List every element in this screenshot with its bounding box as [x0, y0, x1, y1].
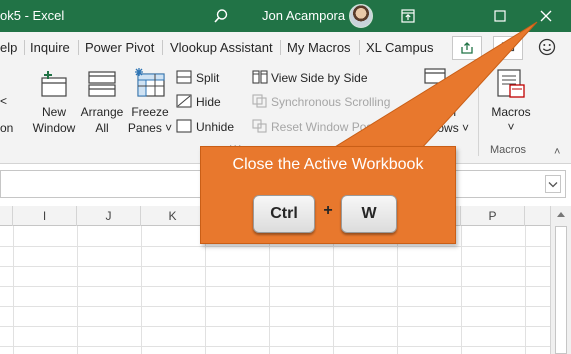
search-icon	[214, 9, 228, 23]
maximize-button[interactable]	[479, 0, 521, 32]
tab-separator	[78, 40, 79, 55]
chevron-down-icon	[548, 182, 558, 188]
switch-windows-label: ndows ˅	[424, 121, 470, 135]
split-icon	[176, 70, 192, 84]
group-separator	[478, 68, 479, 156]
search-button[interactable]	[208, 4, 234, 28]
w-key: W	[341, 195, 397, 233]
gridline	[0, 266, 550, 267]
partial-ribbon-label: on	[0, 121, 14, 135]
switch-windows-label: tch	[440, 105, 457, 119]
side-by-side-icon	[252, 70, 268, 84]
view-side-by-side-label: View Side by Side	[271, 71, 368, 85]
column-header[interactable]	[0, 206, 13, 226]
share-button[interactable]	[452, 36, 482, 60]
freeze-panes-label: Freeze	[131, 105, 169, 119]
close-icon	[540, 10, 552, 22]
smiley-icon	[538, 38, 556, 56]
tab-inquire[interactable]: Inquire	[30, 40, 70, 55]
scroll-up-arrow-icon[interactable]	[557, 212, 565, 217]
ribbon-display-icon	[401, 9, 415, 23]
macros-icon	[497, 69, 525, 98]
new-window-icon	[41, 71, 67, 97]
tab-vlookup-assistant[interactable]: Vlookup Assistant	[170, 40, 273, 55]
reset-position-icon	[252, 119, 267, 133]
tab-separator	[162, 40, 163, 55]
reset-window-position-label: Reset Window Positi	[271, 120, 382, 134]
comment-icon	[501, 42, 515, 55]
new-window-label: New	[41, 105, 66, 119]
unhide-label: Unhide	[196, 120, 235, 134]
macros-group-label: Macros	[490, 144, 527, 156]
freeze-panes-icon	[135, 68, 165, 97]
avatar[interactable]	[349, 4, 373, 28]
tab-separator	[359, 40, 360, 55]
tab-separator	[24, 40, 25, 55]
gridline	[0, 246, 550, 247]
account-name[interactable]: Jon Acampora	[262, 8, 345, 23]
gridline	[0, 306, 550, 307]
column-header-P[interactable]: P	[461, 206, 525, 226]
column-header-I[interactable]: I	[13, 206, 77, 226]
new-window-label: Window	[32, 121, 76, 135]
gridline	[0, 326, 550, 327]
close-window-button[interactable]	[525, 0, 567, 32]
title-bar: ok5 - Excel Jon Acampora	[0, 0, 571, 32]
vertical-scrollbar[interactable]	[550, 206, 571, 354]
partial-ribbon-label: <	[0, 94, 8, 108]
synchronous-scrolling-label: Synchronous Scrolling	[271, 95, 391, 109]
column-header-K[interactable]: K	[141, 206, 205, 226]
arrange-all-label: All	[95, 121, 109, 135]
comments-button[interactable]	[493, 36, 523, 60]
unhide-icon	[176, 119, 192, 133]
ribbon-tabs: elp Inquire Power Pivot Vlookup Assistan…	[0, 32, 571, 62]
arrange-all-icon	[88, 71, 116, 97]
scrollbar-thumb[interactable]	[555, 226, 567, 354]
tab-xl-campus[interactable]: XL Campus	[366, 40, 433, 55]
tab-my-macros[interactable]: My Macros	[287, 40, 351, 55]
shortcut-callout: Close the Active Workbook Ctrl + W	[200, 146, 456, 244]
gridline	[0, 286, 550, 287]
column-header[interactable]	[525, 206, 550, 226]
arrange-all-label: Arrange	[80, 105, 124, 119]
macros-dropdown-chevron[interactable]: ˅	[484, 120, 538, 135]
callout-title: Close the Active Workbook	[232, 156, 424, 173]
hide-icon	[176, 94, 192, 108]
tab-power-pivot[interactable]: Power Pivot	[85, 40, 154, 55]
freeze-panes-label: Panes ˅	[127, 121, 173, 135]
feedback-button[interactable]	[534, 36, 560, 60]
share-icon	[461, 42, 473, 54]
switch-windows-icon	[424, 68, 446, 84]
ribbon-display-options-button[interactable]	[387, 0, 429, 32]
maximize-icon	[494, 10, 506, 22]
collapse-ribbon-button[interactable]: ˄	[554, 146, 560, 158]
tab-separator	[280, 40, 281, 55]
split-label: Split	[196, 71, 220, 85]
hide-label: Hide	[196, 95, 221, 109]
sync-scroll-icon	[252, 94, 267, 108]
tab-help[interactable]: elp	[0, 40, 17, 55]
plus-sign: +	[323, 202, 333, 219]
column-header-J[interactable]: J	[77, 206, 141, 226]
macros-label: Macros	[491, 105, 531, 119]
window-title: ok5 - Excel	[0, 8, 65, 23]
gridline	[0, 346, 550, 347]
expand-formula-bar-button[interactable]	[545, 175, 561, 193]
ctrl-key: Ctrl	[253, 195, 315, 233]
